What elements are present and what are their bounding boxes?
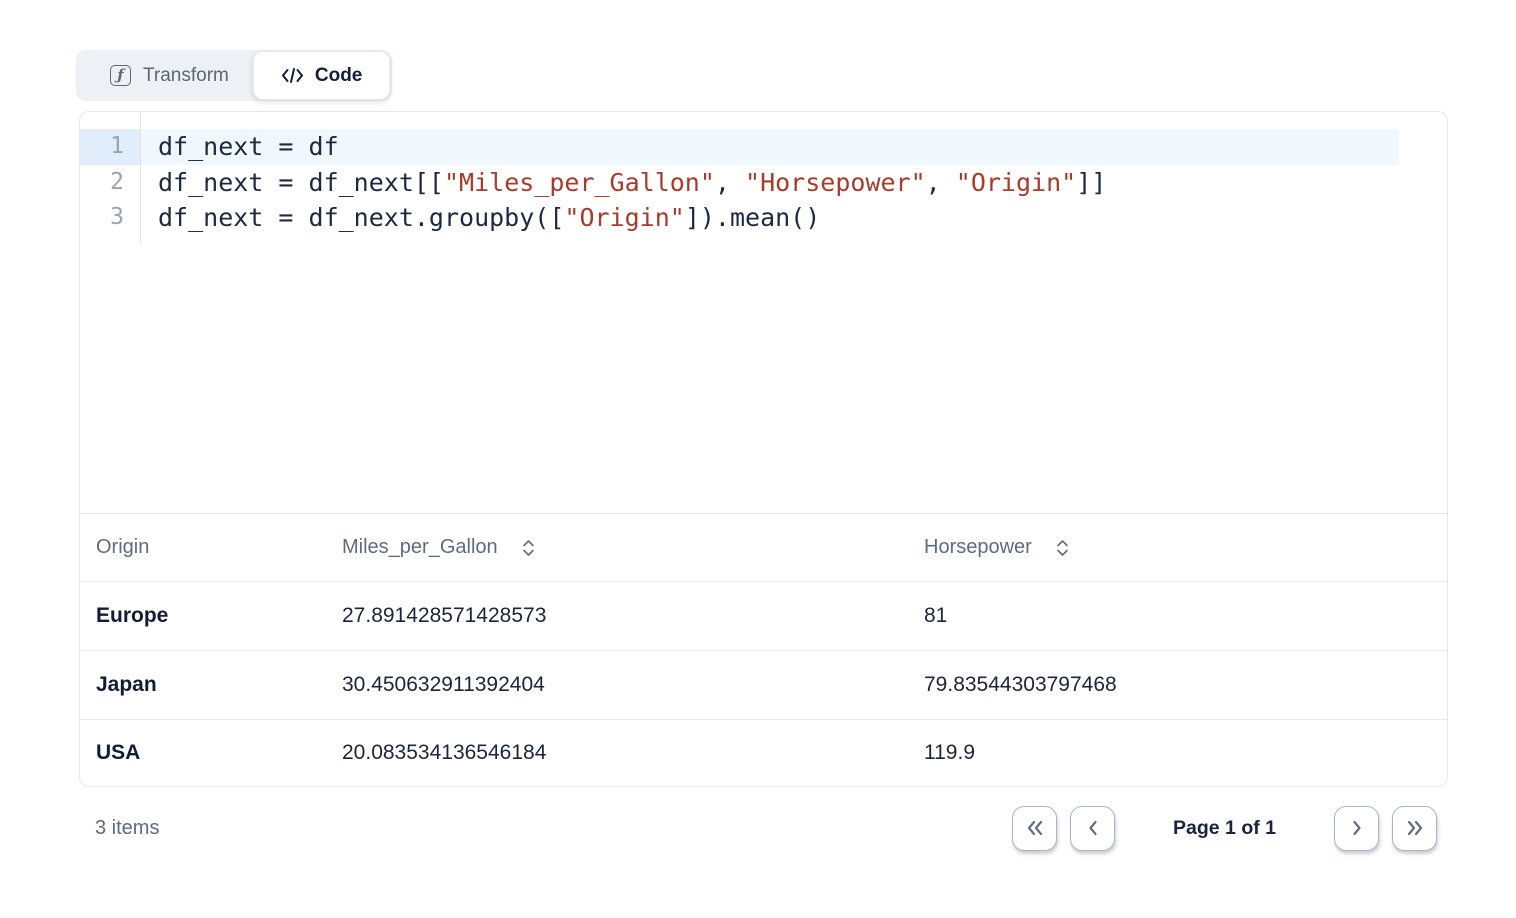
chevrons-right-icon <box>1403 818 1427 838</box>
value-cell: 81 <box>908 604 1447 628</box>
tab-code[interactable]: Code <box>253 51 391 100</box>
code-token: , <box>715 168 745 197</box>
code-token: df_next = df_next.groupby([ <box>158 203 564 232</box>
tab-code-label: Code <box>315 65 363 87</box>
code-token-string: "Horsepower" <box>745 168 926 197</box>
function-icon: ƒ <box>110 65 131 86</box>
table-footer: 3 items Page 1 of 1 <box>79 787 1448 869</box>
page-indicator: Page 1 of 1 <box>1173 817 1276 840</box>
view-mode-tabbar: ƒ Transform Code <box>76 50 392 101</box>
chevron-right-icon <box>1347 818 1367 838</box>
code-token-string: "Origin" <box>564 203 684 232</box>
column-header-horsepower[interactable]: Horsepower <box>908 536 1447 559</box>
sort-icon[interactable] <box>521 537 536 559</box>
line-number: 1 <box>80 129 140 165</box>
column-header-label: Origin <box>96 536 149 559</box>
first-page-button[interactable] <box>1012 806 1057 851</box>
code-line[interactable]: df_next = df <box>141 129 1399 165</box>
code-token-string: "Miles_per_Gallon" <box>444 168 715 197</box>
line-number: 2 <box>80 165 140 201</box>
row-label-cell: USA <box>80 741 326 765</box>
code-icon <box>281 66 304 85</box>
editor-code-area[interactable]: df_next = df df_next = df_next[["Miles_pe… <box>141 112 1447 236</box>
value-cell: 30.450632911392404 <box>326 673 908 697</box>
value-cell: 27.891428571428573 <box>326 604 908 628</box>
table-row: Europe27.89142857142857381 <box>80 581 1447 650</box>
chevron-left-icon <box>1083 818 1103 838</box>
code-line[interactable]: df_next = df_next.groupby(["Origin"]).me… <box>141 200 1447 236</box>
code-token: , <box>926 168 956 197</box>
code-token: ]).mean() <box>685 203 820 232</box>
code-token: df_next = df_next[[ <box>158 168 444 197</box>
value-cell: 79.83544303797468 <box>908 673 1447 697</box>
sort-icon[interactable] <box>1055 537 1070 559</box>
line-number: 3 <box>80 200 140 236</box>
code-token: df_next = df <box>158 132 339 161</box>
next-page-button[interactable] <box>1334 806 1379 851</box>
editor-gutter: 123 <box>80 112 141 243</box>
table-row: Japan30.45063291139240479.83544303797468 <box>80 650 1447 719</box>
last-page-button[interactable] <box>1392 806 1437 851</box>
code-token: ]] <box>1076 168 1106 197</box>
chevrons-left-icon <box>1023 818 1047 838</box>
transform-panel: 123 df_next = df df_next = df_next[["Mile… <box>79 111 1448 787</box>
code-editor[interactable]: 123 df_next = df df_next = df_next[["Mile… <box>80 112 1447 513</box>
pagination: Page 1 of 1 <box>1012 806 1448 851</box>
items-count: 3 items <box>95 817 159 840</box>
tab-transform[interactable]: ƒ Transform <box>76 50 251 101</box>
column-header-origin: Origin <box>80 536 326 559</box>
table-row: USA20.083534136546184119.9 <box>80 719 1447 785</box>
code-token-string: "Origin" <box>956 168 1076 197</box>
code-line[interactable]: df_next = df_next[["Miles_per_Gallon", "… <box>141 165 1447 201</box>
column-header-miles_per_gallon[interactable]: Miles_per_Gallon <box>326 536 908 559</box>
row-label-cell: Europe <box>80 604 326 628</box>
table-header-row: Origin Miles_per_Gallon Horsepower <box>80 513 1447 581</box>
row-label-cell: Japan <box>80 673 326 697</box>
column-header-label: Horsepower <box>924 536 1032 559</box>
table-body: Europe27.89142857142857381Japan30.450632… <box>80 581 1447 785</box>
value-cell: 119.9 <box>908 741 1447 765</box>
value-cell: 20.083534136546184 <box>326 741 908 765</box>
tab-transform-label: Transform <box>143 65 229 87</box>
prev-page-button[interactable] <box>1070 806 1115 851</box>
column-header-label: Miles_per_Gallon <box>342 536 498 559</box>
